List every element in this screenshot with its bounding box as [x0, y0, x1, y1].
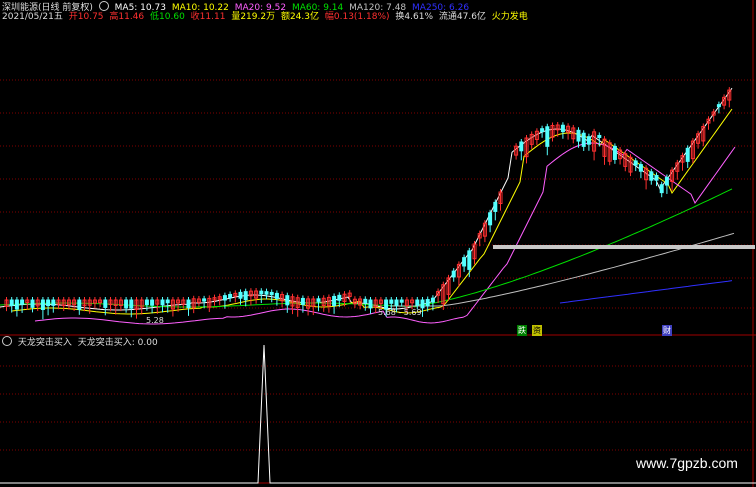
moving-average-lines	[0, 87, 755, 325]
candle-body	[243, 291, 248, 301]
candle-body	[467, 250, 472, 270]
open-label: 开10.75	[68, 12, 104, 22]
candle-body	[51, 299, 56, 306]
signal-tag-2[interactable]: 资	[532, 325, 542, 336]
low-label: 低10.60	[150, 12, 185, 22]
candle-body	[222, 295, 227, 301]
candle-body	[716, 104, 721, 108]
candle-body	[488, 212, 493, 226]
change-label: 幅0.13(1.18%)	[324, 12, 390, 22]
candle-body	[150, 299, 155, 306]
ma5-line	[0, 87, 733, 311]
signal-tag-3[interactable]: 财	[662, 325, 672, 336]
turnover-label: 换4.61%	[395, 12, 433, 22]
candle-body	[540, 128, 545, 133]
watermark: www.7gpzb.com	[636, 455, 738, 471]
candle-body	[420, 299, 425, 309]
candle-body	[285, 295, 290, 306]
candle-body	[103, 299, 108, 308]
date-label: 2021/05/21五	[2, 12, 63, 22]
candle-body	[144, 299, 149, 306]
sub-settings-gear-icon[interactable]	[2, 336, 12, 346]
candle-body	[238, 291, 243, 299]
sub-indicator-header: 天龙突击买入 天龙突击买入: 0.00	[2, 336, 161, 349]
candle-body	[20, 299, 25, 305]
candle-body	[316, 298, 321, 302]
candle-body	[425, 299, 430, 307]
float-label: 流通47.6亿	[438, 12, 486, 22]
candle-body	[576, 129, 581, 142]
settings-gear-icon[interactable]	[98, 1, 109, 11]
candle-body	[165, 299, 170, 304]
candle-body	[597, 134, 602, 139]
candle-body	[462, 257, 467, 267]
chart-grid	[0, 0, 756, 487]
candlesticks	[4, 87, 732, 320]
candle-body	[451, 270, 456, 278]
candle-body	[519, 141, 524, 152]
candle-body	[659, 184, 664, 194]
candle-body	[186, 299, 191, 309]
candle-body	[264, 291, 269, 295]
amount-label: 额24.3亿	[280, 12, 319, 22]
sub-indicator-value: 天龙突击买入: 0.00	[77, 338, 158, 348]
candle-body	[586, 136, 591, 145]
close-label: 收11.11	[190, 12, 226, 22]
volume-label: 量219.2万	[231, 12, 276, 22]
candle-body	[129, 299, 134, 309]
low-price-label: 5.28	[146, 316, 164, 325]
price-range-label: 5.68 - 5.69	[378, 308, 422, 317]
candle-body	[124, 299, 129, 309]
candle-body	[337, 294, 342, 301]
candle-body	[612, 145, 617, 160]
candle-body	[332, 295, 337, 307]
candle-body	[638, 164, 643, 172]
candle-body	[560, 124, 565, 133]
industry-label: 火力发电	[491, 12, 528, 22]
candle-body	[259, 290, 264, 295]
candle-body	[40, 299, 45, 311]
kline-chart[interactable]	[0, 0, 756, 487]
candle-body	[649, 171, 654, 181]
candle-body	[654, 175, 659, 181]
highlight-bar	[493, 245, 755, 249]
candle-body	[46, 299, 51, 307]
ma250-line	[559, 280, 733, 304]
candle-body	[415, 299, 420, 306]
candle-body	[228, 293, 233, 299]
candle-body	[394, 299, 399, 306]
candle-body	[430, 297, 435, 303]
candle-body	[389, 299, 394, 304]
candle-body	[30, 299, 35, 308]
candle-body	[363, 298, 368, 304]
candle-body	[685, 147, 690, 162]
signal-tag-1[interactable]: 跌	[517, 325, 527, 336]
candle-body	[160, 299, 165, 306]
candle-body	[368, 299, 373, 309]
candle-body	[633, 160, 638, 166]
candle-body	[300, 297, 305, 305]
candle-body	[14, 299, 19, 310]
candle-body	[545, 126, 550, 147]
candle-body	[274, 292, 279, 299]
candle-body	[581, 132, 586, 147]
candle-body	[493, 201, 498, 212]
high-label: 高11.46	[109, 12, 145, 22]
candle-body	[202, 298, 207, 302]
candle-body	[9, 299, 14, 307]
candle-body	[664, 176, 669, 186]
sub-indicator-name: 天龙突击买入	[17, 338, 72, 348]
candle-body	[269, 291, 274, 296]
quote-info-row: 2021/05/21五 开10.75 高11.46 低10.60 收11.11 …	[2, 12, 531, 23]
candle-body	[77, 299, 82, 310]
candle-body	[399, 299, 404, 303]
